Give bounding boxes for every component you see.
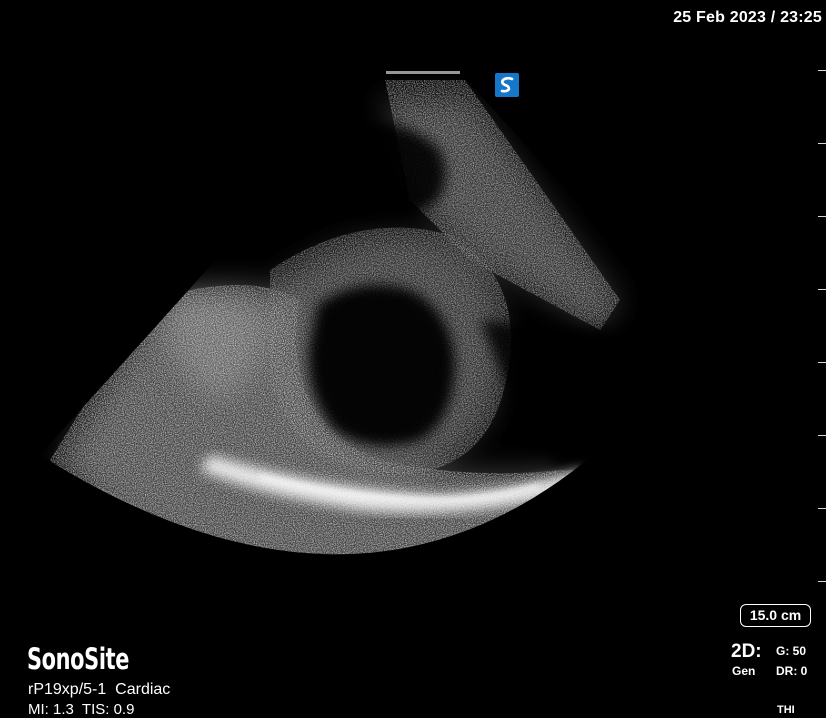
harmonic-imaging-label: THI <box>777 704 795 716</box>
depth-tick <box>818 435 826 436</box>
imaging-mode: 2D: <box>731 641 762 662</box>
depth-scale <box>814 0 826 718</box>
gain-value: G: 50 <box>776 644 807 658</box>
depth-tick <box>818 508 826 509</box>
depth-indicator[interactable]: 15.0 cm <box>740 604 811 627</box>
depth-tick <box>818 70 826 71</box>
output-indices: MI: 1.3 TIS: 0.9 <box>28 701 135 718</box>
depth-tick <box>818 581 826 582</box>
depth-tick <box>818 216 826 217</box>
sonosite-logo: SonoSite <box>27 642 130 676</box>
depth-tick <box>818 143 826 144</box>
dynamic-range-value: DR: 0 <box>776 664 808 678</box>
probe-preset-label: rP19xp/5-1 Cardiac <box>28 681 171 698</box>
depth-tick <box>818 289 826 290</box>
depth-tick <box>818 362 826 363</box>
orientation-marker-icon <box>495 73 519 97</box>
ultrasound-image <box>0 0 826 718</box>
mode-optimization: Gen <box>732 664 756 678</box>
date-time-stamp: 25 Feb 2023 / 23:25 <box>673 9 822 26</box>
